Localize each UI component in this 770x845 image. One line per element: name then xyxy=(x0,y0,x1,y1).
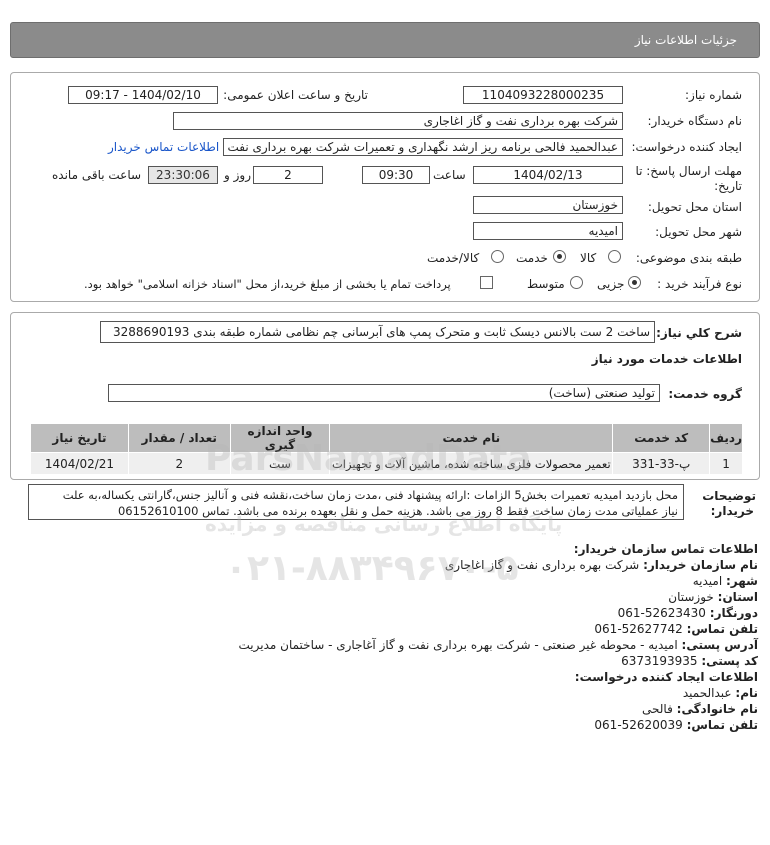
treasury-payment-note: پرداخت تمام یا بخشی از مبلغ خرید،از محل … xyxy=(84,277,451,291)
category-label: طبقه بندی موضوعی: xyxy=(635,251,742,265)
need-number-field: 1104093228000235 xyxy=(463,86,623,104)
notes-label-buyer: خریدار: xyxy=(710,504,754,518)
creator-family-value: فالحی xyxy=(642,702,673,716)
days-label: روز و xyxy=(224,168,251,182)
treasury-payment-checkbox[interactable] xyxy=(480,276,493,289)
org-name-key: نام سازمان خریدار: xyxy=(643,558,758,572)
category-radio-goods-service[interactable] xyxy=(491,250,504,263)
city-key: شهر: xyxy=(726,574,758,588)
col-row: ردیف xyxy=(709,423,743,453)
province-label: استان محل تحویل: xyxy=(647,200,742,214)
deadline-time-field: 09:30 xyxy=(362,166,430,184)
process-option-minor: جزیی xyxy=(597,277,625,291)
notes-line-1: محل بازدید امیدیه تعمیرات بخش5 الزامات :… xyxy=(62,488,678,502)
announce-field: 1404/02/10 - 09:17 xyxy=(68,86,218,104)
process-label: نوع فرآیند خرید : xyxy=(657,277,742,291)
col-date: تاریخ نیاز xyxy=(30,423,129,453)
phone-row: تلفن تماس: 52627742-061 xyxy=(58,621,758,637)
need-number-label: شماره نیاز: xyxy=(685,88,742,102)
creator-field: عبدالحمید فالحی برنامه ریز ارشد نگهداری … xyxy=(223,138,623,156)
services-section-title: اطلاعات خدمات مورد نیاز xyxy=(591,352,742,366)
deadline-label: مهلت ارسال پاسخ: تا xyxy=(635,164,742,178)
province-value: خوزستان xyxy=(668,590,714,604)
col-code: کد خدمت xyxy=(612,423,711,453)
address-value: امیدیه - محوطه غیر صنعتی - شرکت بهره برد… xyxy=(238,638,678,652)
category-option-goods: کالا xyxy=(580,251,597,265)
deadline-time-label: ساعت xyxy=(433,168,466,182)
postal-key: کد پستی: xyxy=(701,654,758,668)
buyer-org-field: شرکت بهره برداری نفت و گاز اغاجاری xyxy=(173,112,623,130)
category-radio-goods[interactable] xyxy=(608,250,621,263)
page-title: جزئیات اطلاعات نیاز xyxy=(634,33,737,47)
creator-phone-value: 52620039-061 xyxy=(594,718,683,732)
watermark-brand: ParsNamadData xyxy=(205,438,532,479)
notes-label: توضیحات xyxy=(702,489,756,503)
cell-code: پ-33-331 xyxy=(612,452,711,475)
fax-key: دورنگار: xyxy=(709,606,758,620)
service-group-label: گروه خدمت: xyxy=(668,387,742,401)
creator-name-row: نام: عبدالحمید xyxy=(58,685,758,701)
announce-label: تاریخ و ساعت اعلان عمومی: xyxy=(223,88,368,102)
process-option-medium: متوسط xyxy=(527,277,565,291)
creator-phone-key: تلفن تماس: xyxy=(686,718,758,732)
address-row: آدرس پستی: امیدیه - محوطه غیر صنعتی - شر… xyxy=(58,637,759,653)
city-value: امیدیه xyxy=(692,574,723,588)
phone-value: 52627742-061 xyxy=(594,622,683,636)
creator-label: ایجاد کننده درخواست: xyxy=(631,140,742,154)
creator-phone-row: تلفن تماس: 52620039-061 xyxy=(58,717,758,733)
need-details-panel xyxy=(10,72,760,302)
province-row: استان: خوزستان xyxy=(58,589,758,605)
page-header: جزئیات اطلاعات نیاز xyxy=(10,22,760,58)
summary-label: شرح کلي نياز: xyxy=(656,326,742,340)
buyer-contact-link[interactable]: اطلاعات تماس خریدار xyxy=(108,140,219,154)
service-group-field: تولید صنعتی (ساخت) xyxy=(108,384,660,402)
creator-name-value: عبدالحمید xyxy=(682,686,732,700)
fax-row: دورنگار: 52623430-061 xyxy=(58,605,758,621)
cell-row: 1 xyxy=(709,452,743,475)
deadline-date-field: 1404/02/13 xyxy=(473,166,623,184)
remaining-label: ساعت باقی مانده xyxy=(52,168,142,182)
category-radio-service[interactable] xyxy=(553,250,566,263)
postal-value: 6373193935 xyxy=(621,654,698,668)
days-field: 2 xyxy=(253,166,323,184)
postal-row: کد پستی: 6373193935 xyxy=(58,653,758,669)
fax-value: 52623430-061 xyxy=(617,606,706,620)
process-radio-minor[interactable] xyxy=(628,276,641,289)
summary-field: ساخت 2 ست بالانس دیسک ثابت و متحرک پمپ ه… xyxy=(100,321,655,343)
remaining-time-field: 23:30:06 xyxy=(148,166,218,184)
city-label: شهر محل تحویل: xyxy=(655,225,742,239)
creator-family-row: نام خانوادگی: فالحی xyxy=(58,701,758,717)
buyer-org-label: نام دستگاه خریدار: xyxy=(647,114,743,128)
creator-contact-title: اطلاعات ایجاد کننده درخواست: xyxy=(574,670,758,684)
category-option-service: خدمت xyxy=(516,251,548,265)
creator-name-key: نام: xyxy=(735,686,758,700)
deadline-label-date: تاریخ: xyxy=(714,179,742,193)
watermark-phone: ۰۲۱-۸۸۳۴۹۶۷۰-۵ xyxy=(225,548,519,589)
process-radio-medium[interactable] xyxy=(570,276,583,289)
creator-family-key: نام خانوادگی: xyxy=(676,702,758,716)
city-field: امیدیه xyxy=(473,222,623,240)
address-key: آدرس پستی: xyxy=(681,638,758,652)
category-option-goods-service: کالا/خدمت xyxy=(427,251,480,265)
province-key: استان: xyxy=(717,590,758,604)
cell-date: 1404/02/21 xyxy=(30,452,129,475)
watermark-tagline: پایگاه اطلاع رسانی مناقصه و مزایده xyxy=(205,512,563,536)
phone-key: تلفن تماس: xyxy=(686,622,758,636)
province-field: خوزستان xyxy=(473,196,623,214)
